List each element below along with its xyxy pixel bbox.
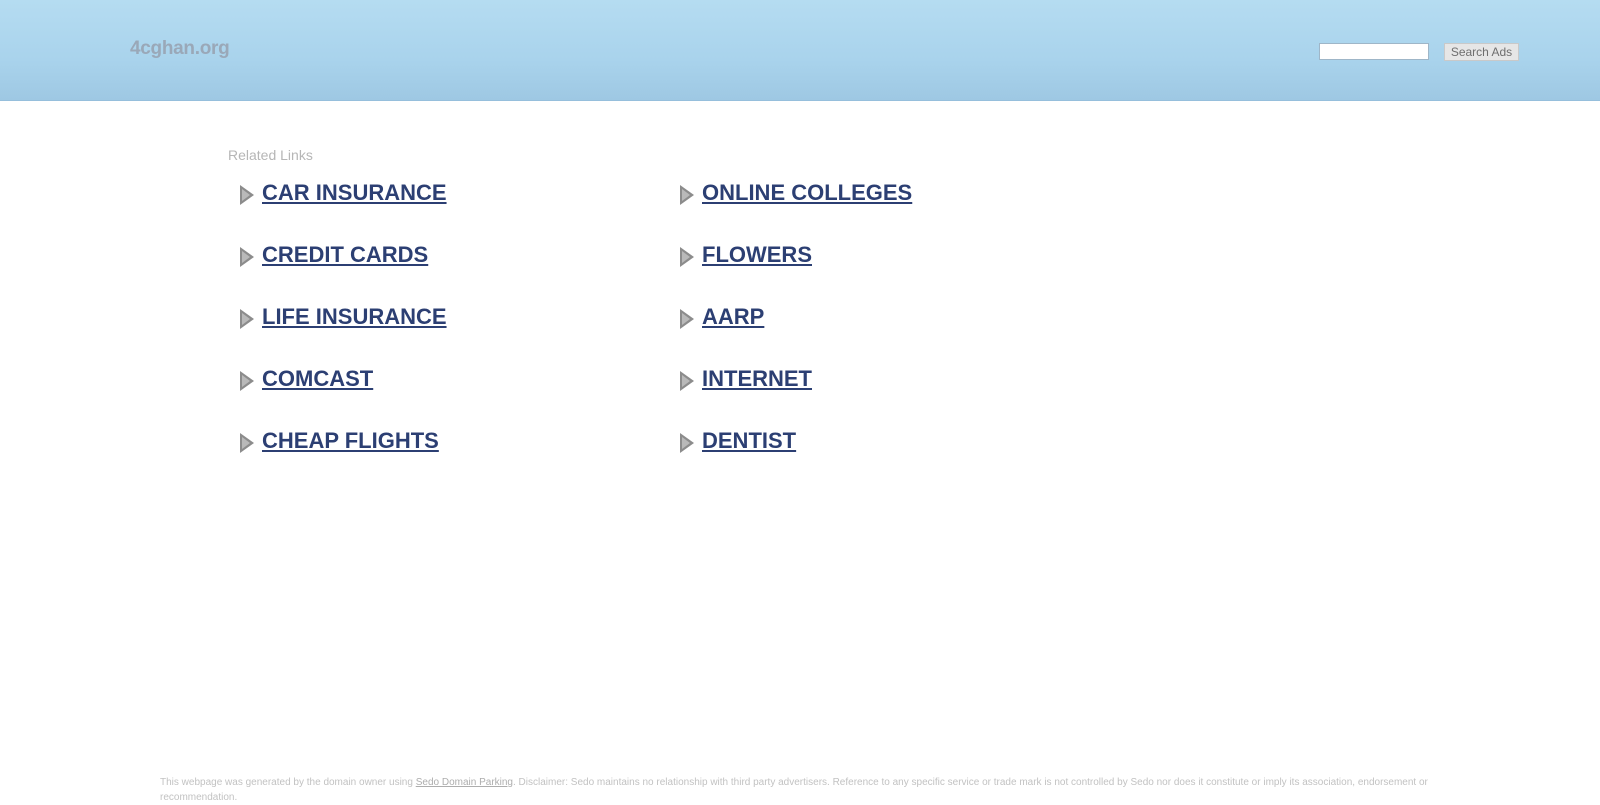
sedo-parking-link[interactable]: Sedo Domain Parking bbox=[416, 777, 513, 788]
arrow-right-icon bbox=[240, 371, 254, 391]
arrow-right-icon bbox=[680, 309, 694, 329]
arrow-right-icon bbox=[240, 185, 254, 205]
domain-title: 4cghan.org bbox=[130, 38, 230, 59]
related-link-label[interactable]: COMCAST bbox=[262, 366, 373, 392]
search-ads-button[interactable]: Search Ads bbox=[1444, 43, 1519, 61]
arrow-right-icon bbox=[680, 247, 694, 267]
related-link-label[interactable]: CHEAP FLIGHTS bbox=[262, 428, 439, 454]
arrow-right-icon bbox=[680, 433, 694, 453]
footer-text-prefix: This webpage was generated by the domain… bbox=[160, 777, 416, 788]
related-link-label[interactable]: CREDIT CARDS bbox=[262, 242, 428, 268]
search-input[interactable] bbox=[1319, 43, 1429, 60]
related-link-label[interactable]: LIFE INSURANCE bbox=[262, 304, 447, 330]
related-link-label[interactable]: ONLINE COLLEGES bbox=[702, 180, 912, 206]
related-link-label[interactable]: INTERNET bbox=[702, 366, 812, 392]
footer-disclaimer: This webpage was generated by the domain… bbox=[160, 775, 1440, 805]
arrow-right-icon bbox=[240, 433, 254, 453]
arrow-right-icon bbox=[680, 371, 694, 391]
arrow-right-icon bbox=[680, 185, 694, 205]
related-links-label: Related Links bbox=[228, 147, 313, 163]
header-bar: 4cghan.org Search Ads bbox=[0, 0, 1600, 101]
arrow-right-icon bbox=[240, 247, 254, 267]
related-link-label[interactable]: DENTIST bbox=[702, 428, 796, 454]
related-link-label[interactable]: FLOWERS bbox=[702, 242, 812, 268]
arrow-right-icon bbox=[240, 309, 254, 329]
related-link-label[interactable]: CAR INSURANCE bbox=[262, 180, 447, 206]
related-link-label[interactable]: AARP bbox=[702, 304, 764, 330]
